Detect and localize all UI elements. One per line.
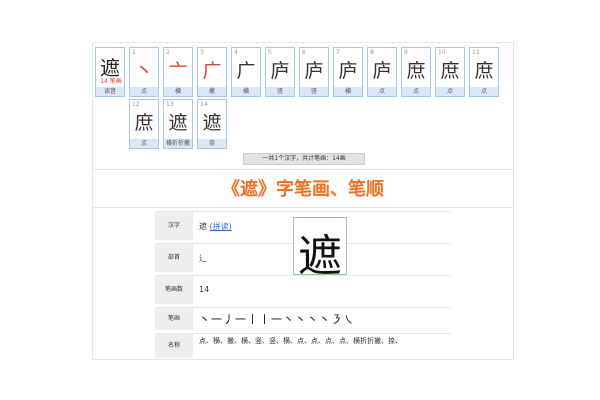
- character-tile[interactable]: 遮 14 笔画 读音: [95, 47, 125, 97]
- stroke-caption: 竖: [266, 87, 294, 96]
- stroke-glyph: 庐: [304, 60, 324, 82]
- character-preview: 遮: [293, 217, 347, 282]
- count-value: 14: [199, 285, 210, 294]
- stroke-glyph: 庐: [338, 60, 358, 82]
- stroke-tile[interactable]: 8 庐点: [367, 47, 397, 97]
- stroke-tile[interactable]: 5 庐竖: [265, 47, 295, 97]
- stroke-number: 8: [370, 49, 374, 56]
- stroke-number: 6: [302, 49, 306, 56]
- stroke-tile[interactable]: 2 亠横: [163, 47, 193, 97]
- count-label: 笔画数: [155, 276, 193, 304]
- stroke-number: 1: [132, 49, 136, 56]
- stroke-glyph: 庶: [406, 60, 426, 82]
- stroke-glyph: 遮: [202, 112, 222, 134]
- stroke-number: 3: [200, 49, 204, 56]
- stroke-tile[interactable]: 13 遮横折折撇: [163, 99, 193, 149]
- stroke-glyph: 庐: [270, 60, 290, 82]
- stroke-tile[interactable]: 9 庶点: [401, 47, 431, 97]
- stroke-caption: 横: [164, 87, 192, 96]
- stroke-caption: 竖: [300, 87, 328, 96]
- stroke-caption: 横折折撇: [164, 139, 192, 148]
- stroke-caption: 点: [130, 139, 158, 148]
- stroke-summary: 一共1个汉字，共计笔画：14画: [243, 153, 365, 165]
- radical-value: 辶: [199, 254, 207, 263]
- stroke-caption: 点: [436, 87, 464, 96]
- divider: [93, 169, 513, 170]
- stroke-tile[interactable]: 7 庐横: [333, 47, 363, 97]
- tile-caption: 读音: [96, 87, 124, 96]
- radical-label: 部首: [155, 244, 193, 272]
- stroke-tile[interactable]: 10 庶点: [435, 47, 465, 97]
- page-title: 《遮》字笔画、笔顺: [222, 179, 384, 200]
- stroke-tile[interactable]: 3 广撇: [197, 47, 227, 97]
- stroke-glyph: 丶: [134, 60, 154, 82]
- stroke-glyph: 庶: [474, 60, 494, 82]
- stroke-glyph: 广: [236, 60, 256, 82]
- stroke-caption: 点: [368, 87, 396, 96]
- stroke-glyph: 亠: [168, 60, 188, 82]
- stroke-tile[interactable]: 14 遮捺: [197, 99, 227, 149]
- stroke-glyph: 庐: [372, 60, 392, 82]
- stroke-caption: 捺: [198, 139, 226, 148]
- stroke-tile[interactable]: 11 庶点: [469, 47, 499, 97]
- stroke-count-label: 14 笔画: [100, 78, 122, 85]
- stroke-tile[interactable]: 1 丶点: [129, 47, 159, 97]
- stroke-number: 14: [200, 101, 208, 108]
- stroke-number: 10: [438, 49, 446, 56]
- stroke-caption: 撇: [198, 87, 226, 96]
- stroke-glyph: 广: [202, 60, 222, 82]
- stroke-caption: 横: [232, 87, 260, 96]
- hanzi-label: 汉字: [155, 212, 193, 240]
- pinyin-link[interactable]: (拼读): [210, 222, 232, 231]
- names-label: 名称: [155, 334, 193, 358]
- stroke-glyph: 遮: [168, 112, 188, 134]
- stroke-number: 2: [166, 49, 170, 56]
- stroke-caption: 点: [402, 87, 430, 96]
- hanzi-char: 遮: [199, 222, 207, 231]
- stroke-caption: 点: [130, 87, 158, 96]
- stroke-number: 11: [472, 49, 480, 56]
- stroke-glyph: 庶: [134, 112, 154, 134]
- stroke-number: 5: [268, 49, 272, 56]
- divider: [93, 207, 513, 208]
- stroke-sequence: 丶一丿一丨丨一丶丶丶丶㇋㇏: [199, 313, 355, 326]
- stroke-number: 13: [166, 101, 174, 108]
- stroke-number: 7: [336, 49, 340, 56]
- hanzi-value: 遮 (拼读): [199, 221, 232, 232]
- stroke-caption: 点: [470, 87, 498, 96]
- preview-glyph: 遮: [298, 231, 342, 282]
- stroke-order-panel: 遮 14 笔画 读音 1丶点 2亠横 3广撇 4广横 5庐竖 6庐竖 7庐横 8…: [92, 42, 514, 360]
- stroke-tile[interactable]: 6 庐竖: [299, 47, 329, 97]
- stroke-glyph: 庶: [440, 60, 460, 82]
- stroke-tile[interactable]: 12 庶点: [129, 99, 159, 149]
- strokes-label: 笔画: [155, 308, 193, 330]
- stroke-names: 点、横、撇、横、竖、竖、横、点、点、点、点、横折折撇、捺、: [199, 337, 402, 345]
- stroke-tile[interactable]: 4 广横: [231, 47, 261, 97]
- stroke-caption: 横: [334, 87, 362, 96]
- info-row-strokes: 笔画 丶一丿一丨丨一丶丶丶丶㇋㇏: [155, 307, 451, 330]
- stroke-number: 4: [234, 49, 238, 56]
- info-row-names: 名称 点、横、撇、横、竖、竖、横、点、点、点、点、横折折撇、捺、: [155, 333, 451, 358]
- stroke-number: 12: [132, 101, 140, 108]
- stroke-number: 9: [404, 49, 408, 56]
